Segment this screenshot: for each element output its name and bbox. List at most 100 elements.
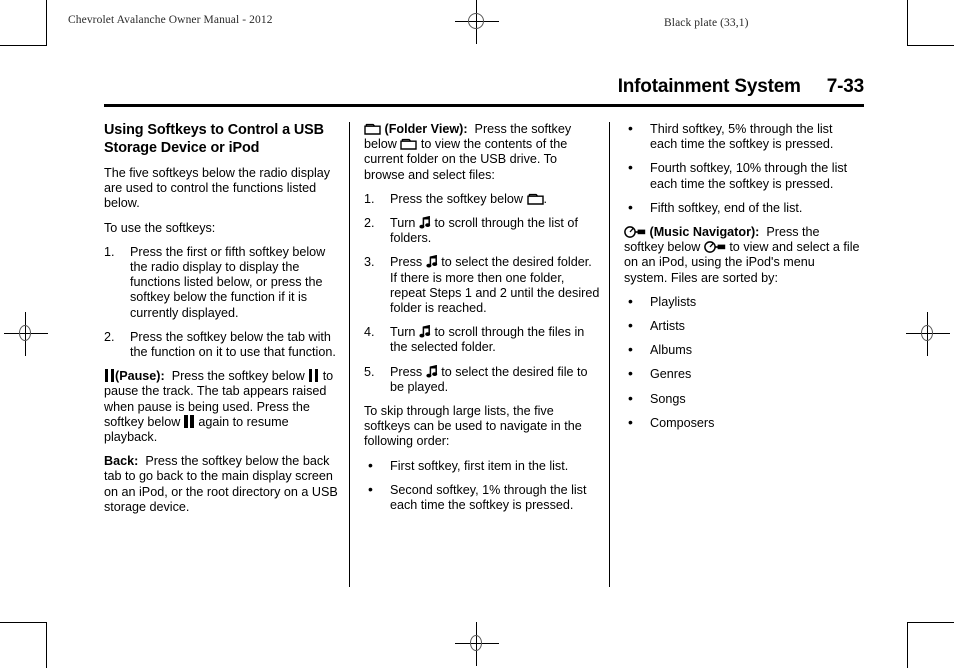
bullet-glyph: • [368,456,373,473]
folder-view-icon [364,123,381,135]
pause-icon [308,369,319,383]
registration-mark-bottom [455,622,499,666]
header-rule [104,104,864,107]
step-text-b: . [543,191,548,206]
bullet-text: Artists [650,319,685,334]
bullet-text: Third softkey, 5% through the list each … [650,122,834,152]
step-marker: 4. [364,325,375,340]
folder-view-icon [526,193,544,205]
bullet-glyph: • [628,120,633,136]
bullet-text: Second softkey, 1% through the list each… [390,482,587,513]
music-note-icon [419,325,431,338]
bullet-glyph: • [628,341,633,358]
bullet-glyph: • [628,317,633,334]
back-text: Press the softkey below the back tab to … [104,454,338,514]
softkey-steps-list: 1. Press the first or fifth softkey belo… [104,245,341,360]
step-marker: 3. [364,255,375,270]
step-marker: 2. [104,329,115,344]
folder-view-icon [400,138,418,150]
bullet-glyph: • [628,292,633,309]
crop-mark-top-left-vertical [46,0,47,46]
crop-mark-top-right-horizontal [907,45,954,46]
list-item: 2. Turn to scroll through the list of fo… [364,216,601,246]
page-number: 7-33 [826,76,864,97]
list-item: 4. Turn to scroll through the files in t… [364,325,601,355]
pause-label: (Pause): [115,369,165,384]
music-note-icon [426,255,438,268]
column-two: (Folder View): Press the softkey below t… [341,122,601,587]
step-text-a: Press [390,255,423,270]
crop-mark-bottom-left-horizontal [0,622,47,623]
list-item: • Fourth softkey, 10% through the list e… [624,159,861,191]
step-marker: 2. [364,216,375,231]
step-text-a: Press the softkey below [390,191,523,206]
list-item: • First softkey, first item in the list. [364,456,601,474]
intro-paragraph: The five softkeys below the radio displa… [104,166,331,211]
list-item: • Second softkey, 1% through the list ea… [364,480,601,513]
folder-browse-steps: 1. Press the softkey below . 2. Turn to … [364,192,601,395]
step-marker: 1. [364,191,375,206]
body-columns: Using Softkeys to Control a USB Storage … [104,120,864,587]
list-item: • Artists [624,317,861,334]
list-item: 1. Press the first or fifth softkey belo… [104,245,341,321]
bullet-glyph: • [628,159,633,176]
step-text-a: Press [390,364,423,379]
skip-paragraph: To skip through large lists, the five so… [364,404,582,449]
list-item: • Third softkey, 5% through the list eac… [624,120,861,152]
section-title: Using Softkeys to Control a USB Storage … [104,122,324,156]
folder-view-paragraph: (Folder View): Press the softkey below t… [364,122,601,183]
column-divider [349,122,350,587]
manual-slug-right: Black plate (33,1) [664,17,749,29]
bullet-glyph: • [628,365,633,382]
sorted-by-list: • Playlists • Artists • Albums • Genres … [624,292,861,431]
page-header: Infotainment System 7-33 [104,76,864,108]
step-text-b: to select the desired folder. If there i… [390,255,600,316]
column-three: • Third softkey, 5% through the list eac… [601,120,861,587]
crop-mark-bottom-right-vertical [907,622,908,668]
bullet-text: Genres [650,367,692,382]
crop-mark-bottom-left-vertical [46,622,47,668]
list-item: 5. Press to select the desired file to b… [364,364,601,395]
back-paragraph: Back: Press the softkey below the back t… [104,454,341,515]
softkey-order-bullets-continued: • Third softkey, 5% through the list eac… [624,120,861,216]
pause-paragraph: (Pause): Press the softkey below to paus… [104,369,341,445]
pause-icon [104,369,115,383]
bullet-text: Composers [650,415,715,430]
manual-slug-left: Chevrolet Avalanche Owner Manual - 2012 [68,14,273,26]
music-navigator-paragraph: (Music Navigator): Press the softkey bel… [624,225,861,286]
crop-mark-top-right-vertical [907,0,908,46]
bullet-text: Fourth softkey, 10% through the list eac… [650,161,848,191]
list-item: • Composers [624,414,861,431]
lead-in-paragraph: To use the softkeys: [104,220,216,235]
bullet-text: Fifth softkey, end of the list. [650,200,803,215]
bullet-text: Playlists [650,294,697,309]
step-text: Press the softkey below the tab with the… [130,329,336,360]
list-item: • Genres [624,365,861,382]
registration-mark-left [4,312,48,356]
crop-mark-top-left-horizontal [0,45,47,46]
bullet-glyph: • [368,480,373,497]
step-marker: 1. [104,244,115,259]
bullet-text: Songs [650,391,686,406]
list-item: • Playlists [624,292,861,310]
registration-mark-top [455,0,499,44]
list-item: 2. Press the softkey below the tab with … [104,330,341,360]
crop-mark-bottom-right-horizontal [907,622,954,623]
list-item: 3. Press to select the desired folder. I… [364,255,601,316]
back-label: Back: [104,454,139,469]
page-title: Infotainment System [617,76,801,97]
registration-mark-right [906,312,950,356]
list-item: 1. Press the softkey below . [364,192,601,207]
music-navigator-icon [624,226,646,238]
column-divider [609,122,610,587]
step-text-a: Turn [390,216,416,231]
column-one: Using Softkeys to Control a USB Storage … [104,122,341,587]
step-marker: 5. [364,364,375,379]
folder-view-label: (Folder View): [384,122,468,136]
bullet-glyph: • [628,198,633,215]
bullet-text: Albums [650,343,692,358]
softkey-order-bullets: • First softkey, first item in the list.… [364,456,601,514]
list-item: • Fifth softkey, end of the list. [624,198,861,216]
step-text-a: Turn [390,325,416,340]
music-navigator-icon [703,241,726,254]
